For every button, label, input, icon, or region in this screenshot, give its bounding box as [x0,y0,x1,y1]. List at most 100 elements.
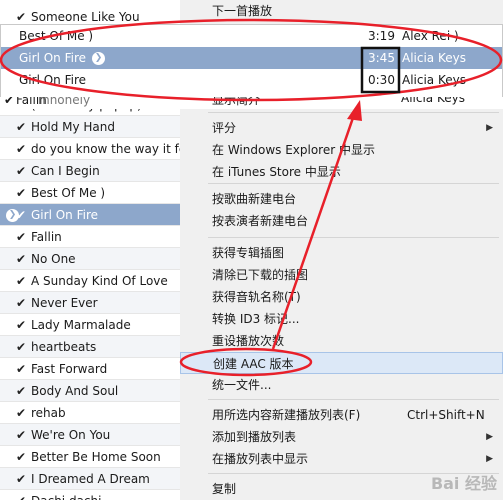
zoom-row-duration: 3:19 [368,29,395,43]
zoom-row-girl-on-fire-aac[interactable]: Girl On Fire 0:30 Alicia Keys [1,69,502,91]
menu-item[interactable]: 转换 ID3 标记... [180,308,503,330]
menu-item[interactable]: 获得专辑插图 [180,242,503,264]
menu-item-label: 清除已下载的插图 [212,268,309,282]
checkbox-icon[interactable]: ✔ [15,292,27,314]
menu-item-label: 评分 [212,121,237,135]
song-title: Better Be Home Soon [31,450,161,464]
strip-artist: Alicia Keys [401,97,465,105]
zoom-row-best-of-me[interactable]: Best Of Me ) 3:19 Alex Rei ) [1,25,502,47]
song-title: do you know the way it feel [31,142,181,156]
song-title: No One [31,252,76,266]
strip-title-2: mnonely [38,97,91,107]
song-title: rehab [31,406,66,420]
check-icon: ✔ [4,97,15,107]
checkbox-icon[interactable]: ✔ [15,270,27,292]
song-row[interactable]: ✔ do you know the way it feel [0,138,180,160]
song-row[interactable]: ✔ Better Be Home Soon [0,446,180,468]
checkbox-icon[interactable]: ✔ [15,182,27,204]
zoom-row-title: Girl On Fire ❯ [19,47,105,69]
menu-item[interactable]: 在播放列表中显示 ▶ [180,448,503,470]
menu-item[interactable]: 重设播放次数 [180,330,503,352]
menu-item-label: 添加到播放列表 [212,430,297,444]
song-row[interactable]: ✔ Girl On Fire ❯ [0,204,180,226]
zoom-row-duration: 3:45 [368,51,395,65]
checkbox-icon[interactable]: ✔ [15,446,27,468]
checkbox-icon[interactable]: ✔ [15,248,27,270]
song-title: A Sunday Kind Of Love [31,274,168,288]
menu-item[interactable]: 添加到播放列表 ▶ [180,426,503,448]
menu-item-label: 重设播放次数 [212,334,285,348]
shortcut-label: Ctrl+Shift+N [407,408,485,422]
song-row[interactable]: ✔ I Dreamed A Dream [0,468,180,490]
checkbox-icon[interactable]: ✔ [15,138,27,160]
submenu-arrow-icon: ▶ [486,432,493,442]
checkbox-icon[interactable]: ✔ [15,490,27,500]
song-title: Can I Begin [31,164,100,178]
song-title: Fallin [31,230,62,244]
song-row[interactable]: ✔ Hold My Hand [0,116,180,138]
checkbox-icon[interactable]: ✔ [15,468,27,490]
menu-item[interactable]: 创建 AAC 版本 [180,352,503,374]
checkbox-icon[interactable]: ✔ [15,314,27,336]
menu-item-label: 下一首播放 [212,4,273,18]
menu-item-label: 统一文件... [212,378,272,392]
menu-item[interactable]: 在 iTunes Store 中显示 [180,161,503,183]
song-row[interactable]: ✔ Dachi dachi [0,490,180,500]
song-title: heartbeats [31,340,97,354]
song-row[interactable]: ✔ We're On You [0,424,180,446]
menu-item-label: 转换 ID3 标记... [212,312,300,326]
song-row[interactable]: ✔ Never Ever [0,292,180,314]
song-row[interactable]: ✔ No One [0,248,180,270]
song-row[interactable]: ✔ rehab [0,402,180,424]
menu-item[interactable]: 按表演者新建电台 [180,210,503,232]
menu-separator [208,399,499,400]
strip-menu-text: 显示简介 [212,97,261,107]
checkbox-icon[interactable]: ✔ [15,402,27,424]
show-in-store-arrow-icon[interactable]: ❯ [92,52,105,65]
menu-item[interactable]: 在 Windows Explorer 中显示 [180,139,503,161]
menu-separator [208,237,499,238]
checkbox-icon[interactable]: ✔ [15,424,27,446]
menu-item-label: 获得专辑插图 [212,246,285,260]
song-row[interactable]: ✔ A Sunday Kind Of Love [0,270,180,292]
menu-separator [208,112,499,113]
song-row[interactable]: ✔ heartbeats [0,336,180,358]
menu-separator [208,183,499,184]
menu-item-label: 创建 AAC 版本 [213,357,294,371]
checkbox-icon[interactable]: ✔ [15,160,27,182]
song-row[interactable]: ✔ Fast Forward [0,358,180,380]
checkbox-icon[interactable]: ✔ [15,380,27,402]
song-title: Girl On Fire [31,208,98,222]
song-title: We're On You [31,428,111,442]
menu-item[interactable]: 按歌曲新建电台 [180,188,503,210]
menu-item-label: 在 iTunes Store 中显示 [212,165,341,179]
checkbox-icon[interactable]: ✔ [15,204,27,226]
partial-row-strip: ✔ Fallin mnonely 显示简介 Alicia Keys [0,97,503,109]
zoom-row-girl-on-fire-original[interactable]: Girl On Fire ❯ 3:45 Alicia Keys [1,47,502,69]
menu-item-label: 按歌曲新建电台 [212,192,297,206]
menu-item[interactable]: 下一首播放 [180,0,503,22]
menu-item[interactable]: 统一文件... [180,374,503,396]
song-title: I Dreamed A Dream [31,472,150,486]
menu-item-label: 在播放列表中显示 [212,452,309,466]
song-title: Fast Forward [31,362,108,376]
zoom-row-artist: Alex Rei ) [402,29,459,43]
checkbox-icon[interactable]: ✔ [15,116,27,138]
checkbox-icon[interactable]: ✔ [15,336,27,358]
song-row[interactable]: ✔ Best Of Me ) [0,182,180,204]
song-row[interactable]: ✔ Body And Soul [0,380,180,402]
menu-item[interactable]: 用所选内容新建播放列表(F) Ctrl+Shift+N [180,404,503,426]
zoomed-track-rows: Best Of Me ) 3:19 Alex Rei ) Girl On Fir… [0,24,503,99]
menu-item-label: 复制 [212,482,237,496]
menu-item[interactable]: 获得音轨名称(T) [180,286,503,308]
checkbox-icon[interactable]: ✔ [15,358,27,380]
song-row[interactable]: ✔ Fallin [0,226,180,248]
watermark: Bai 经验 [430,474,497,493]
song-row[interactable]: ✔ Lady Marmalade [0,314,180,336]
checkbox-icon[interactable]: ✔ [15,226,27,248]
menu-item[interactable]: 评分 ▶ [180,117,503,139]
song-title: Hold My Hand [31,120,115,134]
song-title: Body And Soul [31,384,119,398]
song-row[interactable]: ✔ Can I Begin [0,160,180,182]
menu-item[interactable]: 清除已下载的插图 [180,264,503,286]
